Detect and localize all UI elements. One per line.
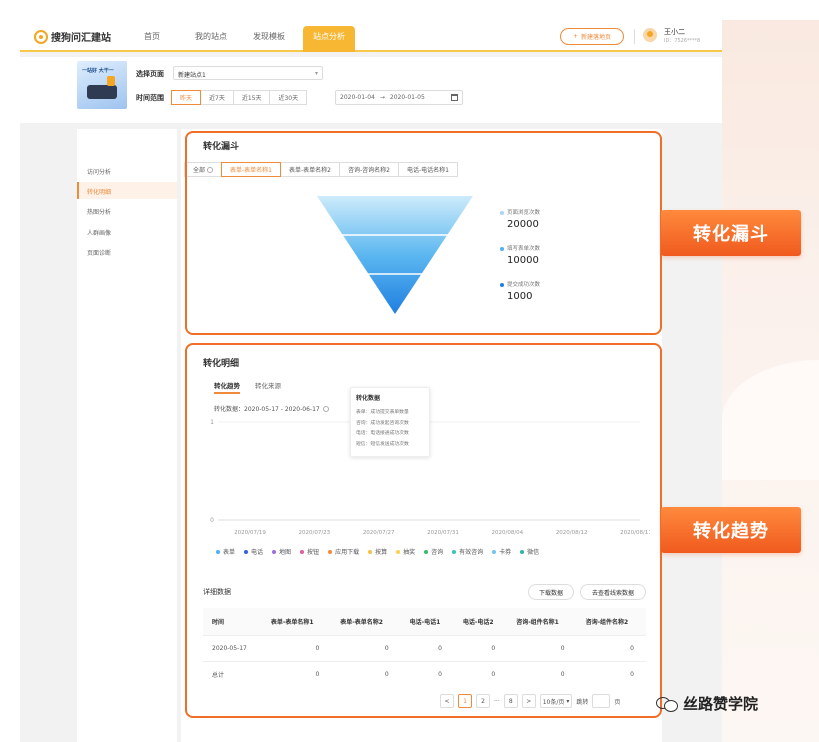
logo-icon [34, 29, 48, 44]
nav-templates[interactable]: 发现模板 [253, 31, 285, 42]
page-select-value: 新建站点1 [178, 72, 206, 79]
watermark-logo-icon [656, 696, 678, 712]
calendar-icon [451, 94, 458, 101]
nav-site-analysis[interactable]: 站点分析 [303, 26, 355, 52]
nav-home[interactable]: 首页 [144, 31, 160, 42]
drill-image [87, 76, 117, 99]
date-range-picker[interactable]: 2020-01-04 → 2020-01-05 [335, 90, 463, 105]
watermark-text: 丝路赞学院 [683, 695, 759, 713]
plus-icon: + [572, 33, 578, 40]
funnel-tab-form1[interactable]: 表单-表单名称1 [221, 162, 281, 177]
date-end: 2020-01-05 [389, 94, 425, 101]
time-option-7d[interactable]: 近7天 [200, 90, 234, 105]
avatar[interactable] [643, 28, 657, 42]
new-page-button[interactable]: + 新建落地页 [560, 28, 624, 45]
brand-logo[interactable]: 搜狗问汇建站 [34, 29, 111, 44]
sidebar: 访问分析 转化明细 热图分析 人群画像 页面诊断 [77, 129, 177, 742]
sidebar-item-audience[interactable]: 人群画像 [77, 223, 177, 240]
time-range-segmented: 昨天 近7天 近15天 近30天 [171, 90, 308, 105]
user-id: ID：7526****8 [664, 38, 701, 44]
top-navigation: 搜狗问汇建站 首页 我的站点 发现模板 站点分析 + 新建落地页 王小二 ID：… [20, 20, 722, 52]
callout-funnel: 转化漏斗 [661, 210, 801, 256]
logo-text: 搜狗问汇建站 [51, 33, 111, 44]
time-range-label: 时间范围 [136, 94, 164, 102]
time-option-30d[interactable]: 近30天 [269, 90, 308, 105]
trend-highlight-box [185, 343, 662, 718]
page-select[interactable]: 新建站点1 ▾ [173, 66, 323, 80]
decorative-background [722, 20, 819, 742]
time-option-yesterday[interactable]: 昨天 [171, 90, 202, 105]
thumbnail-title: 一站好 大干一 [82, 68, 114, 74]
date-start: 2020-01-04 [340, 94, 375, 101]
decorative-wave [722, 360, 819, 480]
user-name: 王小二 [664, 28, 685, 36]
page-selector-bar: 一站好 大干一 选择页面 新建站点1 ▾ 时间范围 昨天 近7天 近15天 近3… [20, 57, 722, 123]
chevron-down-icon: ▾ [314, 70, 318, 77]
page-thumbnail[interactable]: 一站好 大干一 [77, 61, 127, 109]
sidebar-item-diagnosis[interactable]: 页面诊断 [77, 243, 177, 260]
page-select-label: 选择页面 [136, 70, 164, 78]
sidebar-item-heatmap[interactable]: 热图分析 [77, 202, 177, 219]
callout-trend: 转化趋势 [661, 507, 801, 553]
sidebar-item-conversion-detail[interactable]: 转化明细 [77, 182, 177, 199]
nav-divider [634, 29, 635, 44]
sidebar-item-visit-analysis[interactable]: 访问分析 [77, 162, 177, 179]
date-separator: → [379, 94, 385, 101]
watermark: 丝路赞学院 [656, 693, 758, 714]
new-page-label: 新建落地页 [581, 34, 612, 41]
time-option-15d[interactable]: 近15天 [232, 90, 271, 105]
nav-my-sites[interactable]: 我的站点 [195, 31, 227, 42]
